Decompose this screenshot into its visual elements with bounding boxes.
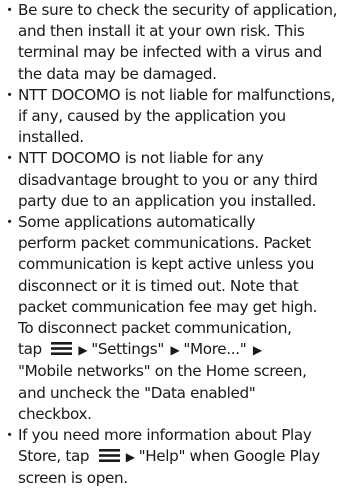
bullet-icon: ・ (2, 1, 17, 19)
text-line: installed. (18, 128, 84, 147)
bullet-list: ・ Be sure to check the security of appli… (0, 0, 339, 490)
menu-icon (96, 448, 123, 463)
text-line: Be sure to check the security of applica… (18, 1, 338, 19)
text-line: "Mobile networks" on the Home screen, (18, 362, 307, 381)
text-line: disconnect or it is timed out. Note that (18, 276, 299, 295)
arrow-right-icon: ▶ (252, 343, 262, 358)
text-line: if any, caused by the application you (18, 107, 286, 126)
text-line: If you need more information about Play (18, 426, 312, 445)
text-line: and uncheck the "Data enabled" (18, 383, 256, 402)
instruction-line: Store, tap ▶ "Help" when Google Play (18, 446, 339, 468)
text-line: screen is open. (18, 469, 128, 488)
text-line: checkbox. (18, 404, 92, 423)
more-label: "More..." (183, 340, 247, 359)
bullet-icon: ・ (2, 426, 17, 445)
list-item: ・ Be sure to check the security of appli… (0, 0, 339, 85)
text-line: disadvantage brought to you or any third (18, 170, 318, 189)
text-line: NTT DOCOMO is not liable for malfunction… (18, 85, 336, 104)
tap-text: tap (18, 340, 42, 359)
arrow-right-icon: ▶ (170, 343, 180, 358)
document-body: ・ Be sure to check the security of appli… (0, 0, 339, 487)
text-line: communication is kept active unless you (18, 255, 314, 274)
settings-label: "Settings" (91, 340, 164, 359)
list-item: ・ If you need more information about Pla… (0, 425, 339, 490)
text-line: packet communication fee may get high. (18, 297, 318, 316)
instruction-line: tap ▶ "Settings" ▶ "More..." ▶ (18, 339, 339, 361)
text-line: perform packet communications. Packet (18, 234, 311, 253)
menu-icon (48, 341, 75, 356)
list-item: ・ NTT DOCOMO is not liable for malfuncti… (0, 85, 339, 149)
text-line: and then install it at your own risk. Th… (18, 22, 305, 41)
arrow-right-icon: ▶ (125, 450, 135, 465)
list-item: ・ Some applications automatically perfor… (0, 212, 339, 425)
text-line: To disconnect packet communication, (18, 319, 292, 338)
text-line: terminal may be infected with a virus an… (18, 43, 322, 62)
list-item: ・ NTT DOCOMO is not liable for any disad… (0, 148, 339, 212)
text-line: Some applications automatically (18, 213, 256, 232)
bullet-icon: ・ (2, 213, 17, 232)
arrow-right-icon: ▶ (78, 343, 88, 358)
text-line: the data may be damaged. (18, 64, 217, 83)
bullet-icon: ・ (2, 149, 17, 168)
text-line: party due to an application you installe… (18, 191, 317, 210)
bullet-icon: ・ (2, 85, 17, 104)
text-line: NTT DOCOMO is not liable for any (18, 149, 264, 168)
